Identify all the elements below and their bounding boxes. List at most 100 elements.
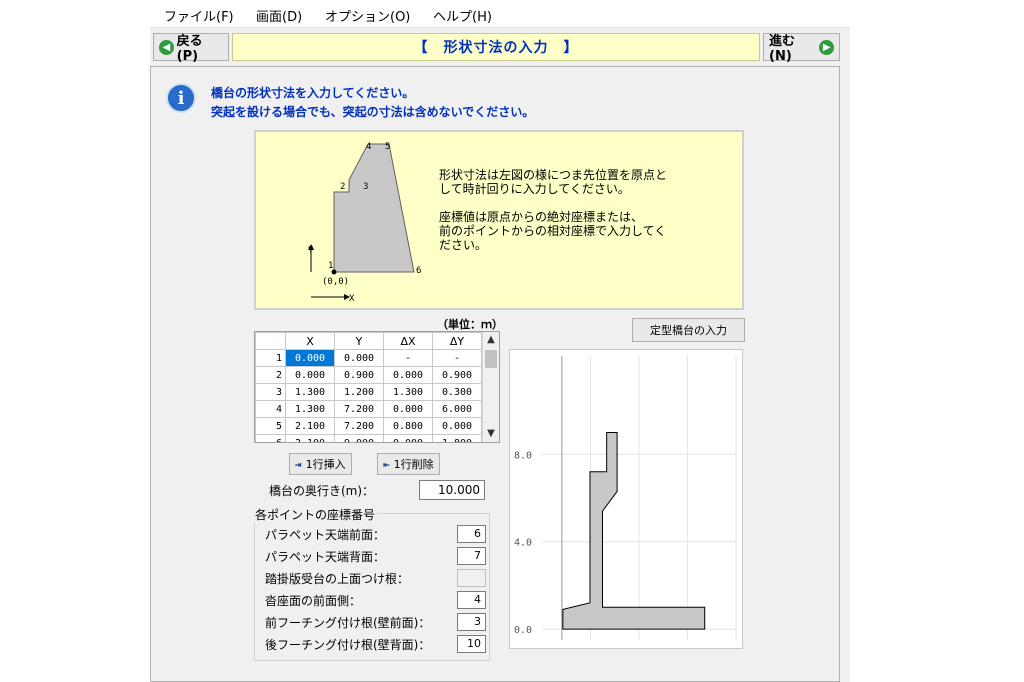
- row-number-cell: 5: [255, 417, 286, 435]
- menu-file[interactable]: ファイル(F): [164, 6, 234, 25]
- grid-scrollbar[interactable]: ▲ ▼: [482, 332, 499, 442]
- table-cell[interactable]: 0.000: [383, 366, 433, 384]
- table-row[interactable]: 6 2.100 9.000 0.000 1.800: [255, 434, 482, 442]
- page-title: 【 形状寸法の入力 】: [232, 33, 760, 61]
- table-cell[interactable]: -: [383, 349, 433, 367]
- scroll-down-icon[interactable]: ▼: [483, 426, 499, 442]
- parapet-top-back-input[interactable]: 7: [457, 547, 486, 565]
- menu-options[interactable]: オプション(O): [325, 6, 410, 25]
- table-cell[interactable]: 1.300: [285, 400, 335, 418]
- scroll-thumb[interactable]: [485, 350, 497, 368]
- y-tick-label: 4.0: [514, 538, 532, 549]
- diagram-desc2-line1: 座標値は原点からの絶対座標または、: [439, 210, 644, 224]
- parapet-top-front-input[interactable]: 6: [457, 525, 486, 543]
- y-tick-label: 8.0: [514, 450, 532, 461]
- coordinate-grid[interactable]: X Y ΔX ΔY 1 0.000 0.000- -2 0.000 0.900 0.000 0…: [254, 331, 500, 443]
- diagram-label-4: 4: [366, 142, 371, 152]
- table-cell[interactable]: 0.000: [432, 417, 482, 435]
- bearing-seat-front-input[interactable]: 4: [457, 591, 486, 609]
- column-header-y[interactable]: Y: [334, 332, 384, 350]
- delete-row-button[interactable]: ⇤ 1行削除: [377, 453, 440, 475]
- diagram-label-6: 6: [416, 266, 421, 276]
- table-body: 1 0.000 0.000- -2 0.000 0.900 0.000 0.900 3 1.300…: [255, 349, 482, 442]
- diagram-origin-label: (0,0): [322, 277, 349, 287]
- diagram-label-1: 1: [328, 261, 333, 271]
- point-numbers-title: 各ポイントの座標番号: [253, 506, 378, 523]
- menu-bar: ファイル(F) 画面(D) オプション(O) ヘルプ(H): [150, 0, 850, 28]
- approach-slab-seat-input: [457, 569, 486, 587]
- preset-abutment-button[interactable]: 定型橋台の入力: [632, 318, 745, 342]
- table-row[interactable]: 2 0.000 0.900 0.000 0.900: [255, 366, 482, 384]
- table-cell[interactable]: 0.000: [383, 434, 433, 442]
- table-row[interactable]: 5 2.100 7.200 0.800 0.000: [255, 417, 482, 435]
- table-cell[interactable]: 0.900: [334, 366, 384, 384]
- back-button[interactable]: ◀ 戻る(P): [153, 33, 229, 64]
- arrow-left-icon: ◀: [159, 39, 174, 55]
- insert-row-button[interactable]: ⇥ 1行挿入: [289, 453, 352, 475]
- bearing-seat-front-label: 沓座面の前面側：: [265, 594, 362, 608]
- table-cell[interactable]: 1.800: [432, 434, 482, 442]
- back-button-label: 戻る(P): [176, 34, 203, 64]
- diagram-desc2-line2: 前のポイントからの相対座標で入力してく: [439, 224, 667, 238]
- arrow-right-icon: ▶: [819, 39, 834, 55]
- diagram-label-2: 2: [340, 182, 345, 192]
- table-cell[interactable]: 1.300: [285, 383, 335, 401]
- diagram-label-3: 3: [363, 182, 368, 192]
- front-footing-root-label: 前フーチング付け根(壁前面)：: [265, 616, 431, 630]
- table-cell[interactable]: 7.200: [334, 417, 384, 435]
- point-numbers-group: 各ポイントの座標番号 パラペット天端前面： 6 パラペット天端背面： 7 踏掛版…: [253, 506, 490, 661]
- front-footing-root-input[interactable]: 3: [457, 613, 486, 631]
- insert-row-icon: ⇥: [295, 457, 302, 471]
- abutment-shape: [333, 143, 415, 273]
- table-cell[interactable]: -: [432, 349, 482, 367]
- diagram-axis-x: X: [349, 294, 355, 304]
- shape-diagram-panel: 1 2 3 4 5 6 (0,0) Y X 形状寸法は左図の様につま先位置を原点…: [254, 130, 744, 310]
- row-number-cell: 6: [255, 434, 286, 442]
- depth-input[interactable]: 10.000: [419, 480, 485, 500]
- delete-row-label: 1行削除: [393, 458, 434, 471]
- parapet-top-back-label: パラペット天端背面：: [265, 550, 386, 564]
- info-message-line2: 突起を設ける場合でも、突起の寸法は含めないでください。: [211, 105, 535, 119]
- table-cell[interactable]: 1.200: [334, 383, 384, 401]
- table-cell[interactable]: 0.000: [383, 400, 433, 418]
- column-header-x[interactable]: X: [285, 332, 335, 350]
- table-row[interactable]: 1 0.000 0.000- -: [255, 349, 482, 367]
- table-cell[interactable]: 2.100: [285, 434, 335, 442]
- diagram-axis-y: Y: [308, 246, 314, 256]
- diagram-desc2-line3: ださい。: [439, 238, 488, 252]
- main-panel: i 橋台の形状寸法を入力してください。 突起を設ける場合でも、突起の寸法は含めな…: [150, 66, 840, 682]
- table-cell[interactable]: 0.000: [334, 349, 384, 367]
- info-icon: i: [166, 83, 196, 113]
- info-message-line1: 橋台の形状寸法を入力してください。: [211, 86, 415, 100]
- table-cell[interactable]: 9.000: [334, 434, 384, 442]
- table-row[interactable]: 3 1.300 1.200 1.300 0.300: [255, 383, 482, 401]
- table-cell[interactable]: 2.100: [285, 417, 335, 435]
- table-cell[interactable]: 0.800: [383, 417, 433, 435]
- table-row[interactable]: 4 1.300 7.200 0.000 6.000: [255, 400, 482, 418]
- menu-help[interactable]: ヘルプ(H): [433, 6, 492, 25]
- table-cell[interactable]: 0.000: [285, 349, 335, 367]
- next-button-label: 進む(N): [769, 34, 796, 64]
- table-cell[interactable]: 0.000: [285, 366, 335, 384]
- row-number-cell: 2: [255, 366, 286, 384]
- rear-footing-root-input[interactable]: 10: [457, 635, 486, 653]
- y-tick-label: 0.0: [514, 625, 532, 636]
- scroll-up-icon[interactable]: ▲: [483, 332, 499, 348]
- menu-display[interactable]: 画面(D): [256, 6, 302, 25]
- table-header-row: X Y ΔX ΔY: [255, 332, 482, 350]
- table-cell[interactable]: 6.000: [432, 400, 482, 418]
- next-button[interactable]: 進む(N) ▶: [763, 33, 840, 64]
- app-window: ファイル(F) 画面(D) オプション(O) ヘルプ(H) ◀ 戻る(P) 【 …: [150, 0, 850, 682]
- row-number-cell: 1: [255, 349, 286, 367]
- toolbar: ◀ 戻る(P) 【 形状寸法の入力 】 進む(N) ▶: [150, 30, 850, 64]
- table-cell[interactable]: 0.300: [432, 383, 482, 401]
- table-cell[interactable]: 7.200: [334, 400, 384, 418]
- insert-row-label: 1行挿入: [305, 458, 346, 471]
- table-cell[interactable]: 0.900: [432, 366, 482, 384]
- diagram-desc1-line2: して時計回りに入力してください。: [439, 182, 630, 196]
- parapet-top-front-label: パラペット天端前面：: [265, 528, 386, 542]
- column-header-dx[interactable]: ΔX: [383, 332, 433, 350]
- rear-footing-root-label: 後フーチング付け根(壁背面)：: [265, 638, 431, 652]
- table-cell[interactable]: 1.300: [383, 383, 433, 401]
- column-header-dy[interactable]: ΔY: [432, 332, 482, 350]
